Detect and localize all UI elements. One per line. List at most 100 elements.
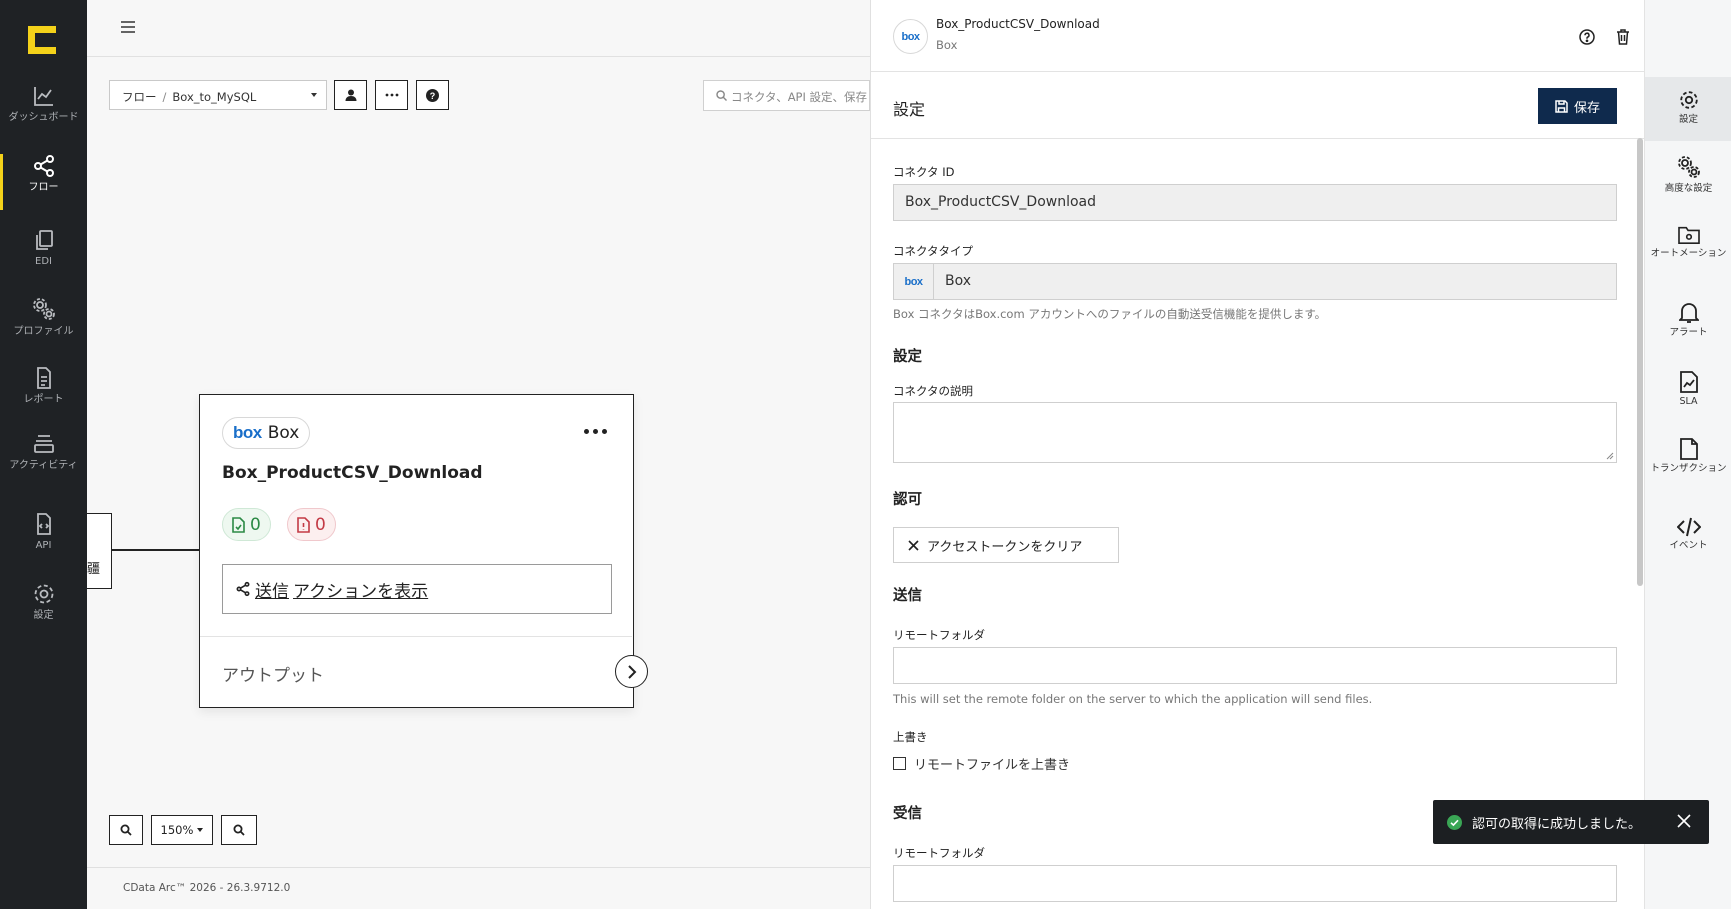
panel-header: box Box_ProductCSV_Download Box xyxy=(871,0,1703,72)
nav-item-api[interactable]: API xyxy=(0,512,87,578)
help-button[interactable]: ? xyxy=(416,80,449,110)
more-options-button[interactable] xyxy=(375,80,408,110)
nav-item-label: ダッシュボード xyxy=(8,112,79,123)
save-icon xyxy=(1555,99,1568,113)
nav-item-profile[interactable]: プロファイル xyxy=(0,296,87,362)
search-input[interactable]: コネクタ、API 設定、保存 xyxy=(703,80,870,111)
chevron-down-icon xyxy=(311,93,317,97)
tab-settings[interactable]: 設定 xyxy=(1645,77,1731,141)
overwrite-checkbox[interactable] xyxy=(893,757,906,770)
svg-text:?: ? xyxy=(430,91,436,101)
breadcrumb-separator: / xyxy=(162,90,167,104)
document-icon xyxy=(1679,438,1698,460)
hamburger-menu-icon[interactable] xyxy=(121,20,135,38)
trash-icon[interactable] xyxy=(1613,27,1633,47)
remote-folder-input[interactable] xyxy=(893,647,1617,684)
card-divider xyxy=(200,636,632,637)
tab-label: 高度な設定 xyxy=(1664,183,1713,194)
breadcrumb-current: Box_to_MySQL xyxy=(172,90,257,104)
file-check-icon xyxy=(232,516,245,533)
tab-automation[interactable]: オートメーション xyxy=(1645,225,1731,259)
tab-label: イベント xyxy=(1669,540,1708,551)
nav-item-label: レポート xyxy=(23,394,64,405)
help-icon[interactable] xyxy=(1577,27,1597,47)
nav-item-label: フロー xyxy=(28,182,59,193)
zoom-level-select[interactable]: 150% xyxy=(151,815,213,845)
chart-line-icon xyxy=(33,87,53,106)
output-label: アウトプット xyxy=(222,666,324,686)
close-icon[interactable] xyxy=(1677,814,1691,828)
upstream-node-stub[interactable]: 疆 xyxy=(87,513,112,589)
connector-type-field[interactable]: box Box xyxy=(893,263,1617,300)
chip-label: Box xyxy=(267,423,300,443)
tab-events[interactable]: イベント xyxy=(1645,517,1731,551)
resize-handle-icon[interactable] xyxy=(1606,452,1614,460)
nav-item-reports[interactable]: レポート xyxy=(0,366,87,432)
folder-gear-icon xyxy=(1677,226,1700,244)
chevron-down-icon xyxy=(197,828,204,832)
tab-label: SLA xyxy=(1679,396,1698,407)
breadcrumb[interactable]: フロー / Box_to_MySQL xyxy=(109,80,327,110)
zoom-out-icon xyxy=(233,824,245,836)
tab-advanced-settings[interactable]: 高度な設定 xyxy=(1645,154,1731,194)
gears-icon xyxy=(32,298,55,320)
search-placeholder: コネクタ、API 設定、保存 xyxy=(731,90,868,104)
x-icon xyxy=(908,539,919,551)
tab-sla[interactable]: SLA xyxy=(1645,371,1731,407)
nav-item-edi[interactable]: EDI xyxy=(0,228,87,294)
tab-label: オートメーション xyxy=(1650,248,1727,259)
zoom-in-icon xyxy=(120,824,132,836)
breadcrumb-root[interactable]: フロー xyxy=(122,90,157,104)
zoom-level: 150% xyxy=(160,823,194,837)
layers-icon xyxy=(33,435,54,453)
tab-transactions[interactable]: トランザクション xyxy=(1645,438,1731,474)
error-count-badge[interactable]: 0 xyxy=(287,508,336,541)
clear-token-label: アクセストークンをクリア xyxy=(927,539,1083,555)
send-action-prefix: 送信 xyxy=(255,581,289,602)
panel-title: Box_ProductCSV_Download xyxy=(936,17,1100,31)
nav-item-settings[interactable]: 設定 xyxy=(0,582,87,648)
connector-type-help: Box コネクタはBox.com アカウントへのファイルの自動送受信機能を提供し… xyxy=(893,307,1327,321)
description-textarea[interactable] xyxy=(893,402,1617,463)
user-button[interactable] xyxy=(334,80,367,110)
node-menu-button[interactable] xyxy=(584,429,607,434)
ellipsis-icon xyxy=(385,93,398,97)
question-circle-icon: ? xyxy=(426,88,439,102)
connector-avatar: box xyxy=(893,19,928,54)
connector-node-card[interactable]: box Box Box_ProductCSV_Download 0 0 送信 ア… xyxy=(199,394,634,708)
nav-item-label: 設定 xyxy=(33,610,54,621)
save-label: 保存 xyxy=(1573,100,1600,116)
search-icon xyxy=(716,90,727,101)
save-button[interactable]: 保存 xyxy=(1538,88,1617,124)
receive-remote-folder-label: リモートフォルダ xyxy=(893,846,985,860)
nav-item-activity[interactable]: アクティビティ xyxy=(0,432,87,498)
connector-id-field[interactable]: Box_ProductCSV_Download xyxy=(893,184,1617,221)
output-expand-button[interactable] xyxy=(615,655,648,688)
cdata-logo[interactable] xyxy=(28,26,58,54)
section-title: 設定 xyxy=(893,100,926,119)
nav-item-label: EDI xyxy=(35,256,52,267)
show-send-actions-button[interactable]: 送信 アクションを表示 xyxy=(222,564,612,614)
zoom-in-button[interactable] xyxy=(109,815,143,845)
version-text: CData Arc™ 2026 - 26.3.9712.0 xyxy=(123,882,291,894)
copy-icon xyxy=(35,230,53,250)
file-error-icon xyxy=(297,516,310,533)
footer: CData Arc™ 2026 - 26.3.9712.0 xyxy=(87,867,870,909)
clear-access-token-button[interactable]: アクセストークンをクリア xyxy=(893,527,1119,563)
overwrite-checkbox-label[interactable]: リモートファイルを上書き xyxy=(914,754,1070,773)
success-count: 0 xyxy=(250,514,261,535)
toast-message: 認可の取得に成功しました。 xyxy=(1472,816,1642,832)
nav-item-flows[interactable]: フロー xyxy=(0,154,87,220)
success-count-badge[interactable]: 0 xyxy=(222,508,271,541)
receive-remote-folder-input[interactable] xyxy=(893,865,1617,902)
connector-type-prefix: box xyxy=(894,264,934,299)
stub-text: 疆 xyxy=(87,562,101,577)
tab-alerts[interactable]: アラート xyxy=(1645,302,1731,338)
main-nav: ダッシュボード フロー EDI プロファイル レポート アクティビティ API … xyxy=(0,0,87,909)
nav-item-dashboard[interactable]: ダッシュボード xyxy=(0,84,87,150)
zoom-out-button[interactable] xyxy=(221,815,257,845)
nav-item-label: アクティビティ xyxy=(9,460,78,471)
panel-scrollbar[interactable] xyxy=(1637,138,1643,586)
error-count: 0 xyxy=(315,514,326,535)
share-icon xyxy=(33,155,54,177)
